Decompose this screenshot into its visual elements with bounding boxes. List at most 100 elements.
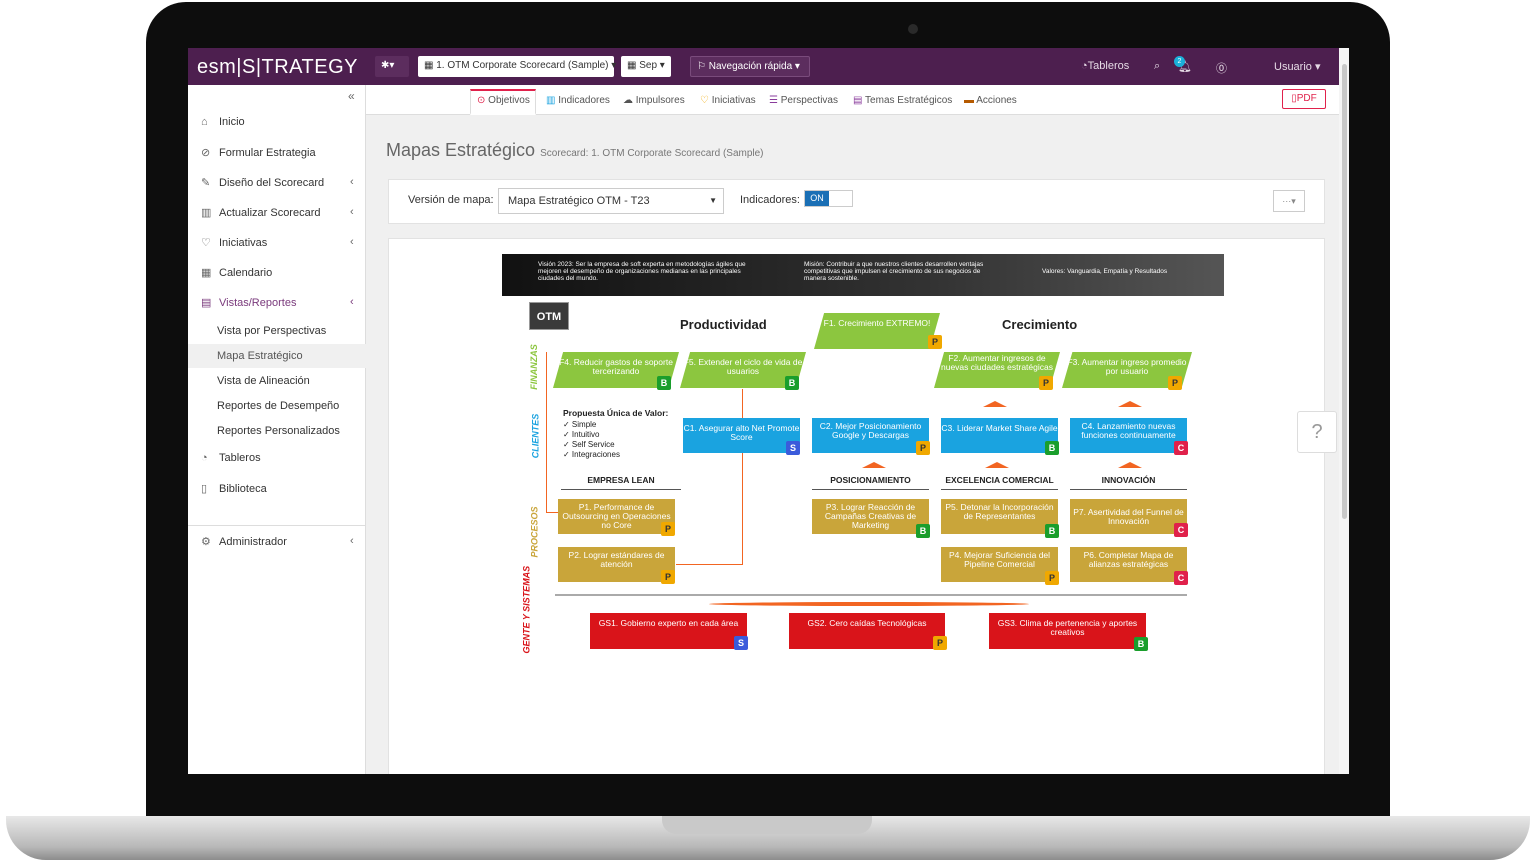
status-badge-c4: C: [1174, 441, 1188, 455]
connector-line: [742, 389, 743, 564]
objective-p7[interactable]: P7. Asertividad del Funnel de Innovación: [1070, 499, 1187, 534]
book-icon: ▤: [201, 297, 212, 309]
objective-f1[interactable]: F1. Crecimiento EXTREMO!: [814, 313, 940, 349]
sidebar-subitem-desempeno[interactable]: Reportes de Desempeño: [217, 400, 339, 412]
tab-perspectivas[interactable]: ☰ Perspectivas: [769, 95, 838, 106]
chart-icon: ▥: [546, 95, 559, 106]
sidebar-item-inicio[interactable]: ⌂ Inicio: [201, 116, 245, 128]
objective-c2[interactable]: C2. Mejor Posicionamiento Google y Desca…: [812, 418, 929, 453]
status-badge-c3: B: [1045, 441, 1059, 455]
file-icon: ▯: [201, 483, 208, 495]
theme-underline: [941, 489, 1058, 490]
scorecard-select[interactable]: ▦ 1. OTM Corporate Scorecard (Sample) ▾: [418, 56, 616, 77]
target-icon: ⊙: [477, 95, 489, 106]
user-menu[interactable]: Usuario ▾: [1274, 60, 1320, 73]
sidebar-item-label: Diseño del Scorecard: [219, 177, 325, 189]
tab-indicadores[interactable]: ▥ Indicadores: [546, 95, 610, 106]
status-badge-p1: P: [661, 522, 675, 536]
wrench-icon: ✎: [201, 177, 211, 189]
compass-icon: ⚐: [697, 61, 709, 72]
sidebar-item-diseno[interactable]: ✎ Diseño del Scorecard: [201, 176, 324, 189]
collapse-sidebar-icon[interactable]: «: [348, 89, 355, 103]
sidebar-item-administrador[interactable]: ⚙ Administrador: [201, 535, 287, 548]
chevron-left-icon: ‹: [350, 206, 354, 218]
sidebar-subitem-personalizados[interactable]: Reportes Personalizados: [217, 425, 340, 437]
page-title: Mapas Estratégico Scorecard: 1. OTM Corp…: [386, 140, 764, 161]
status-badge-c1: S: [786, 441, 800, 455]
sidebar-item-biblioteca[interactable]: ▯ Biblioteca: [201, 482, 267, 495]
tab-label: Perspectivas: [780, 95, 838, 106]
help-widget-button[interactable]: ?: [1297, 411, 1337, 453]
objective-p5[interactable]: P5. Detonar la Incorporación de Represen…: [941, 499, 1058, 534]
connector-line: [546, 352, 547, 512]
sidebar-subitem-alineacion[interactable]: Vista de Alineación: [217, 375, 310, 387]
heading-productividad: Productividad: [680, 317, 767, 332]
objective-gs1[interactable]: GS1. Gobierno experto en cada área: [590, 613, 747, 649]
language-flag-dropdown[interactable]: ✱▾: [375, 56, 409, 77]
sidebar-item-label: Vistas/Reportes: [219, 297, 297, 309]
heading-crecimiento: Crecimiento: [1002, 317, 1078, 332]
value-prop-list: ✓ Simple ✓ Intuitivo ✓ Self Service ✓ In…: [563, 420, 620, 460]
sidebar-item-vistas[interactable]: ▤ Vistas/Reportes: [201, 296, 296, 309]
objective-p1[interactable]: P1. Performance de Outsourcing en Operac…: [558, 499, 675, 534]
theme-underline: [561, 489, 681, 490]
objective-c3[interactable]: C3. Liderar Market Share Agile: [941, 418, 1058, 453]
sidebar-item-label: Administrador: [219, 536, 287, 548]
objective-c4[interactable]: C4. Lanzamiento nuevas funciones continu…: [1070, 418, 1187, 453]
objective-gs2[interactable]: GS2. Cero caídas Tecnológicas: [789, 613, 945, 649]
sidebar-subitem-mapa[interactable]: Mapa Estratégico: [217, 350, 303, 362]
search-icon[interactable]: ⌕: [1154, 60, 1160, 73]
objective-p3[interactable]: P3. Lograr Reacción de Campañas Creativa…: [812, 499, 929, 534]
sidebar-item-formular[interactable]: ⊘ Formular Estrategia: [201, 146, 316, 159]
dashboards-link[interactable]: ◔Tableros: [1081, 60, 1129, 72]
help-icon[interactable]: ⓪: [1216, 60, 1227, 76]
period-select[interactable]: ▦ Sep ▾: [621, 56, 671, 77]
theme-posicionamiento: POSICIONAMIENTO: [830, 475, 911, 485]
pdf-label: PDF: [1296, 93, 1317, 104]
objective-p2[interactable]: P2. Lograr estándares de atención: [558, 547, 675, 582]
tab-label: Acciones: [976, 95, 1017, 106]
vision-banner: Visión 2023: Ser la empresa de soft expe…: [502, 254, 1224, 296]
indicators-toggle[interactable]: ON: [804, 190, 853, 207]
tab-objetivos[interactable]: ⊙ Objetivos: [477, 95, 530, 106]
map-version-select[interactable]: Mapa Estratégico OTM - T23 ▼: [498, 188, 724, 214]
page-scrollbar[interactable]: [1339, 48, 1349, 774]
sidebar-item-iniciativas[interactable]: ♡ Iniciativas: [201, 236, 267, 249]
tab-iniciativas[interactable]: ♡ Iniciativas: [700, 95, 756, 106]
sidebar-subitem-perspectivas[interactable]: Vista por Perspectivas: [217, 325, 326, 337]
quick-nav-dropdown[interactable]: ⚐ Navegación rápida ▾: [690, 56, 810, 77]
bell-icon[interactable]: 🔔︎ 2: [1174, 56, 1192, 73]
sidebar: « ⌂ Inicio ⊘ Formular Estrategia ✎ Diseño d…: [188, 85, 366, 774]
tab-acciones[interactable]: ▬ Acciones: [964, 95, 1017, 106]
sidebar-item-label: Iniciativas: [219, 237, 268, 249]
options-menu-button[interactable]: ···▾: [1273, 190, 1305, 212]
tab-temas[interactable]: ▤ Temas Estratégicos: [853, 95, 952, 106]
bar-chart-icon: ▥: [201, 207, 212, 219]
tab-impulsores[interactable]: ☁ Impulsores: [623, 95, 685, 106]
value-prop-item: ✓ Simple: [563, 420, 597, 429]
tab-label: Objetivos: [488, 95, 530, 106]
sidebar-item-calendario[interactable]: ▦ Calendario: [201, 266, 272, 279]
app-logo[interactable]: esm|S|TRATEGY: [197, 56, 358, 79]
pdf-button[interactable]: ▯PDF: [1282, 89, 1326, 109]
objective-c1[interactable]: C1. Asegurar alto Net Promote Score: [683, 418, 800, 453]
sidebar-item-label: Tableros: [219, 452, 261, 464]
chevron-down-icon: ‹: [350, 296, 354, 308]
list-icon: ☰: [769, 95, 781, 106]
home-icon: ⌂: [201, 116, 208, 128]
webcam: [908, 24, 918, 34]
sidebar-item-label: Actualizar Scorecard: [219, 207, 321, 219]
objective-gs3[interactable]: GS3. Clima de pertenencia y aportes crea…: [989, 613, 1146, 649]
up-arrow: [983, 401, 1007, 407]
user-label: Usuario: [1274, 61, 1312, 73]
objective-p6[interactable]: P6. Completar Mapa de alianzas estratégi…: [1070, 547, 1187, 582]
scrollbar-thumb[interactable]: [1342, 64, 1347, 519]
status-badge-p3: B: [916, 524, 930, 538]
theme-underline: [1070, 489, 1187, 490]
divider-line: [555, 594, 1187, 596]
status-badge-p5: B: [1045, 524, 1059, 538]
sidebar-item-tableros[interactable]: ◔ Tableros: [201, 452, 261, 464]
sidebar-item-actualizar[interactable]: ▥ Actualizar Scorecard: [201, 206, 321, 219]
options-menu-label: ···: [1282, 196, 1292, 206]
objective-p4[interactable]: P4. Mejorar Suficiencia del Pipeline Com…: [941, 547, 1058, 582]
